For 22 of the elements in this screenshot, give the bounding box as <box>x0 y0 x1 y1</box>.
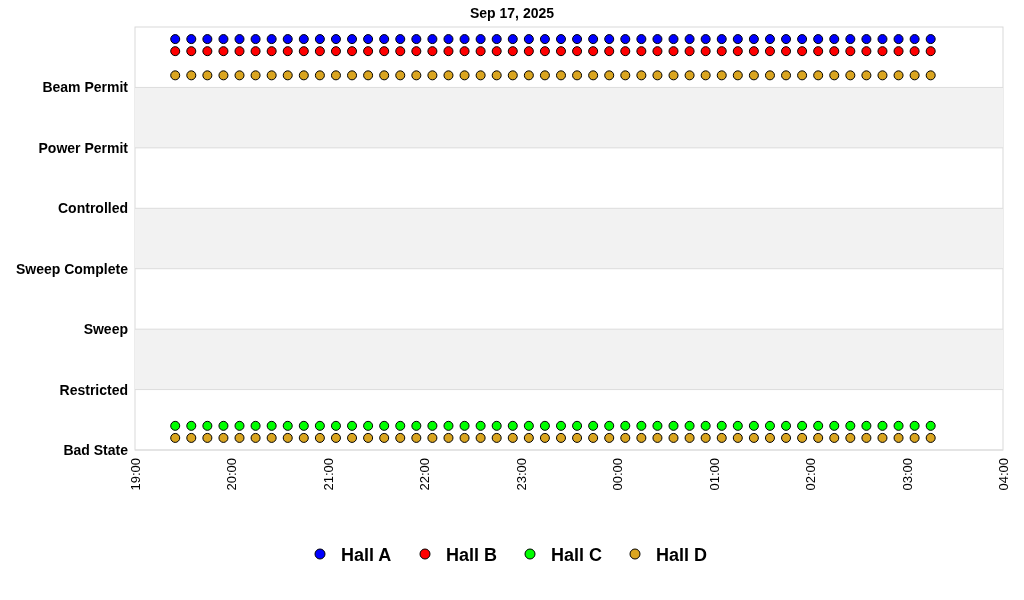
axis-label: 03:00 <box>899 458 915 491</box>
chart-title: Sep 17, 2025 <box>469 5 555 21</box>
axis-label: Sweep Complete <box>15 260 128 277</box>
axis-label: 22:00 <box>417 458 433 491</box>
axis-label: 04:00 <box>996 458 1011 491</box>
axis-label: Bad State <box>63 442 128 458</box>
axis-label: Restricted <box>59 381 128 398</box>
axis-label: Sweep <box>83 321 128 338</box>
legend-label: Hall B <box>446 545 497 565</box>
axis-label: 23:00 <box>513 458 529 491</box>
axis-label: 19:00 <box>128 458 143 491</box>
axis-label: 02:00 <box>803 458 819 491</box>
legend-label: Hall A <box>341 545 392 565</box>
axis-label: Power Permit <box>38 139 128 156</box>
axis-label: 00:00 <box>610 458 626 491</box>
axis-label: Controlled <box>58 200 128 217</box>
axis-label: 01:00 <box>706 458 722 491</box>
legend-label: Hall C <box>551 545 602 565</box>
legend-label: Hall D <box>656 545 707 565</box>
axis-label: Beam Permit <box>42 79 128 96</box>
axis-label: 20:00 <box>224 458 240 491</box>
axis-label: 21:00 <box>320 458 336 491</box>
